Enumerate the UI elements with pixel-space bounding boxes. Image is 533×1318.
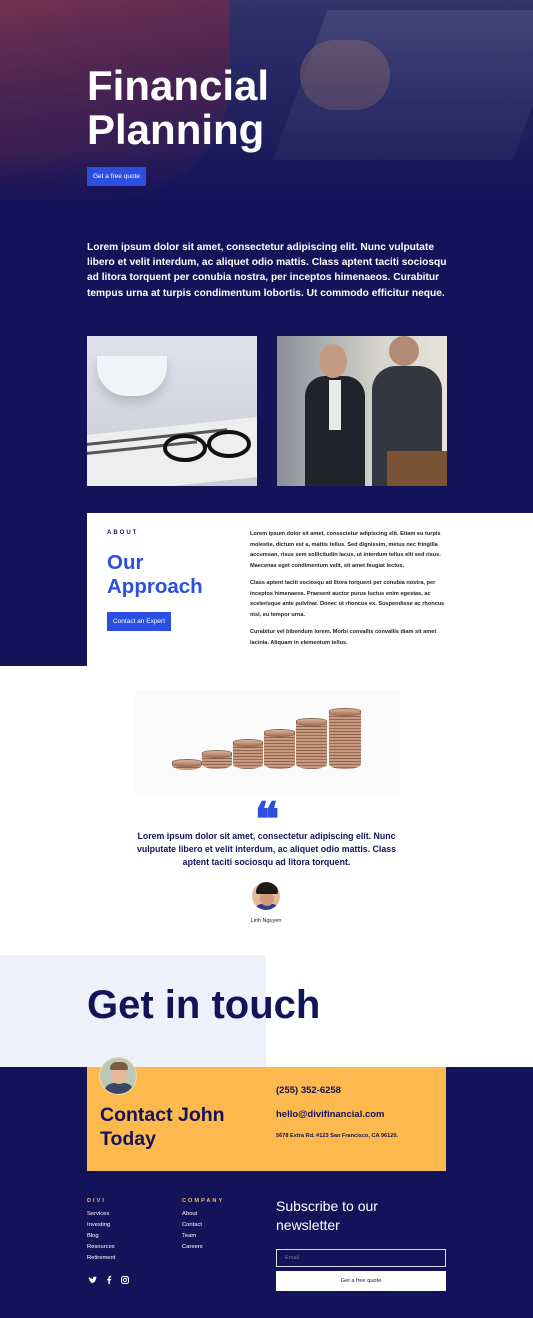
coffee-cup (97, 356, 167, 396)
footer-link-contact[interactable]: Contact (182, 1220, 203, 1231)
contact-card-title: Contact John Today (100, 1104, 225, 1150)
avatar-hair (256, 882, 278, 894)
shirt-detail (329, 380, 341, 430)
coin-top (202, 750, 232, 758)
footer-company-heading: COMPANY (182, 1198, 225, 1204)
coin-top (329, 708, 361, 716)
avatar (251, 881, 281, 911)
table (387, 451, 447, 486)
coin-top (172, 759, 202, 767)
testimonial-quote: Lorem ipsum dolor sit amet, consectetur … (136, 831, 397, 867)
contact-email-link[interactable]: hello@divifinancial.com (276, 1109, 385, 1120)
businessmen-image (277, 336, 447, 486)
instagram-icon[interactable] (120, 1275, 130, 1285)
hero-title: Financial Planning (87, 62, 270, 153)
intro-paragraph: Lorem ipsum dolor sit amet, consectetur … (87, 242, 447, 299)
hero-quote-button[interactable]: Get a free quote (87, 167, 146, 186)
glasses-icon (163, 430, 251, 462)
contact-avatar-suit (104, 1083, 134, 1094)
footer-divi-links: Services Investing Blog Resources Retire… (87, 1209, 115, 1264)
quote-icon: ❝ (254, 792, 280, 846)
coin-stacks-image (135, 690, 400, 795)
about-paragraph: Lorem ipsum dolor sit amet, consectetur … (250, 531, 441, 570)
footer-divi-heading: DIVI (87, 1198, 106, 1204)
about-eyebrow: ABOUT (107, 530, 139, 536)
footer-link-blog[interactable]: Blog (87, 1231, 115, 1242)
contact-avatar-hair (110, 1062, 128, 1070)
newsletter-quote-button[interactable]: Get a free quote (276, 1271, 446, 1291)
coin-top (264, 729, 295, 737)
facebook-icon[interactable] (104, 1275, 114, 1285)
coin-stack (264, 732, 295, 769)
footer-link-careers[interactable]: Careers (182, 1242, 203, 1253)
get-in-touch-heading: Get in touch (87, 983, 321, 1027)
footer-link-resources[interactable]: Resources (87, 1242, 115, 1253)
contact-expert-button[interactable]: Contact an Expert (107, 612, 171, 631)
testimonial-name: Linh Nguyen (250, 918, 282, 924)
newsletter-title: Subscribe to our newsletter (276, 1198, 378, 1233)
about-paragraph: Curabitur vel bibendum lorem. Morbi conv… (250, 629, 437, 646)
twitter-icon[interactable] (88, 1275, 98, 1285)
contact-address: 5678 Extra Rd. #123 San Francisco, CA 96… (276, 1133, 398, 1139)
head-2 (389, 336, 419, 366)
coin-stack (329, 711, 361, 769)
footer-link-team[interactable]: Team (182, 1231, 203, 1242)
contact-phone-link[interactable]: (255) 352-6258 (276, 1085, 341, 1096)
footer-link-retirement[interactable]: Retirement (87, 1253, 115, 1264)
contact-avatar (99, 1057, 137, 1095)
footer-link-investing[interactable]: Investing (87, 1220, 115, 1231)
about-paragraph: Class aptent taciti sociosqu ad litora t… (250, 580, 445, 619)
newsletter-email-input[interactable] (276, 1249, 446, 1267)
footer-link-about[interactable]: About (182, 1209, 203, 1220)
coin-top (296, 718, 327, 726)
footer-company-links: About Contact Team Careers (182, 1209, 203, 1253)
coin-stack (296, 721, 327, 769)
footer-link-services[interactable]: Services (87, 1209, 115, 1220)
head-1 (319, 344, 347, 378)
coffee-newspaper-image (87, 336, 257, 486)
coin-top (233, 739, 263, 747)
about-title: Our Approach (107, 551, 203, 598)
